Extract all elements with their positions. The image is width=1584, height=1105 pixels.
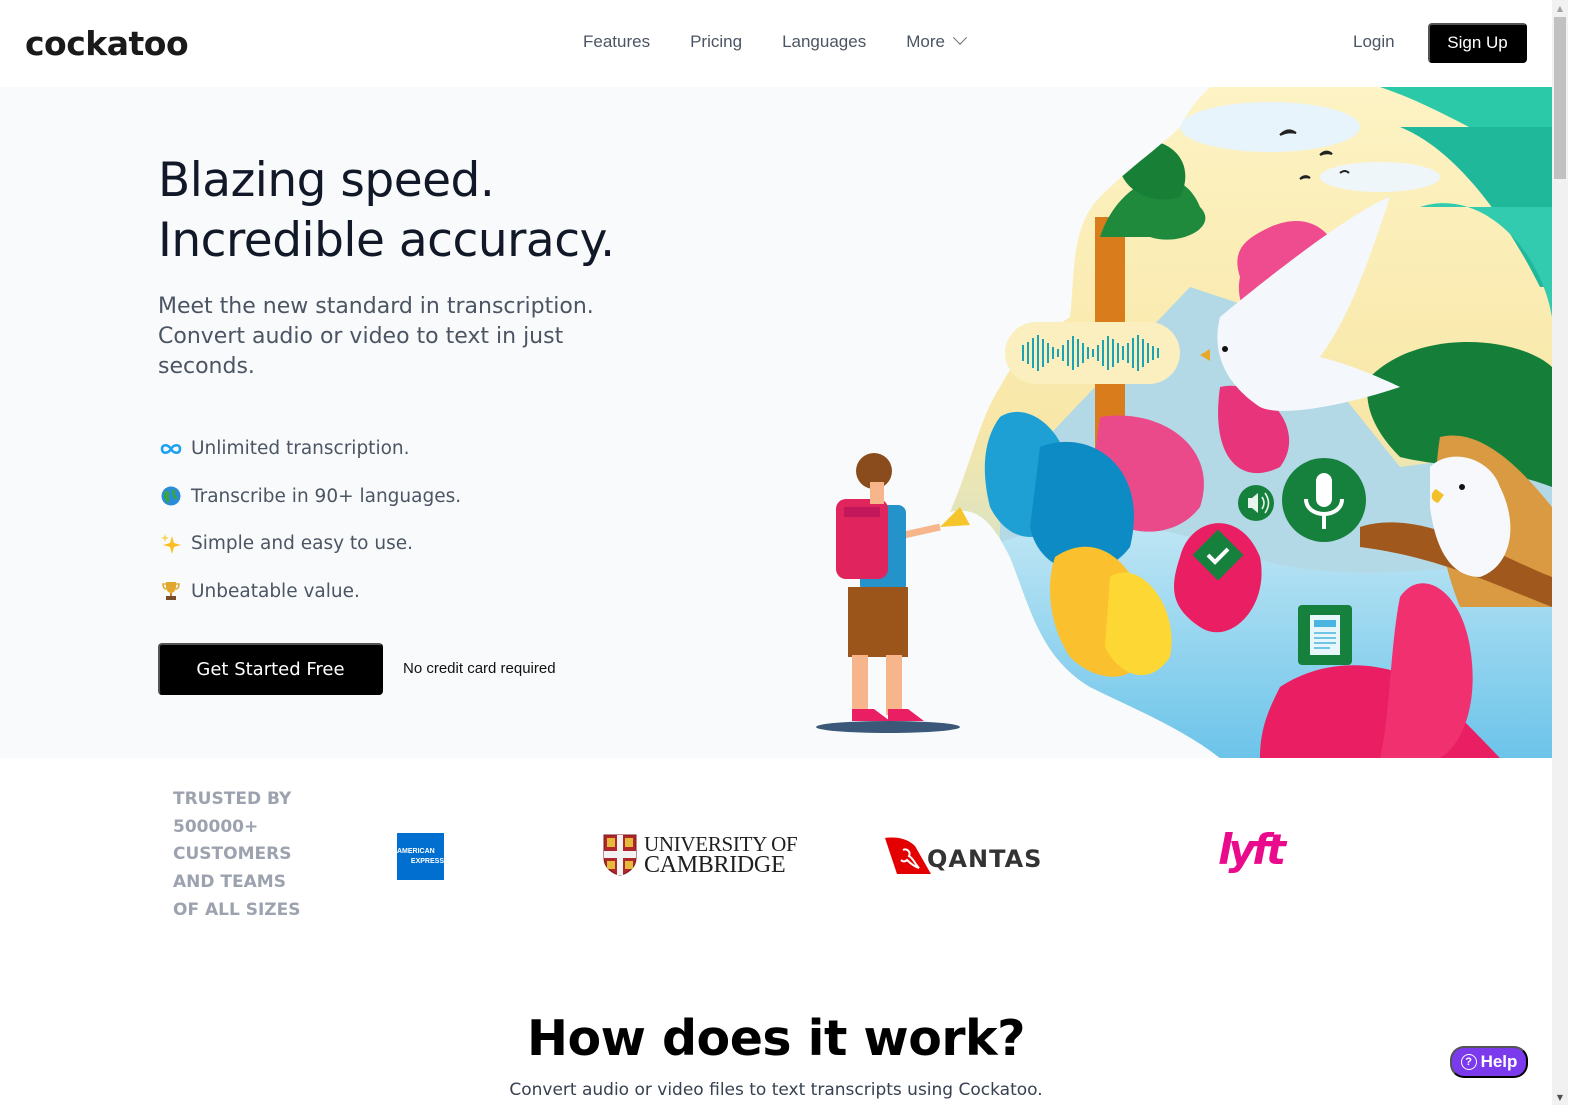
amex-line-1: AMERICAN xyxy=(397,847,435,855)
cambridge-wordmark: UNIVERSITY OF CAMBRIDGE xyxy=(644,834,798,878)
lyft-logo: lyft xyxy=(1218,825,1286,874)
nav-features[interactable]: Features xyxy=(583,32,650,52)
help-label: Help xyxy=(1480,1052,1518,1071)
feature-item: Unbeatable value. xyxy=(160,568,461,616)
qantas-logo: QANTAS xyxy=(885,836,1042,874)
nav-more[interactable]: More xyxy=(906,30,968,52)
hero-title: Blazing speed. Incredible accuracy. xyxy=(158,151,615,271)
american-express-logo: AMERICAN EXPRESS xyxy=(397,833,444,880)
scroll-down-arrow-icon[interactable]: ▼ xyxy=(1552,1089,1568,1105)
feature-item: Simple and easy to use. xyxy=(160,520,461,568)
site-header: cockatoo Features Pricing Languages More… xyxy=(0,0,1568,87)
feature-label: Simple and easy to use. xyxy=(191,533,413,555)
trusted-line: AND TEAMS xyxy=(173,872,286,893)
waveform-bubble xyxy=(1005,322,1180,384)
speaker-icon xyxy=(1238,485,1274,521)
cambridge-shield-icon xyxy=(603,834,637,876)
sign-up-button[interactable]: Sign Up xyxy=(1428,23,1527,63)
page: cockatoo Features Pricing Languages More… xyxy=(0,0,1568,1105)
trusted-line: CUSTOMERS xyxy=(173,844,292,865)
sparkles-icon xyxy=(160,533,182,555)
feature-item: Unlimited transcription. xyxy=(160,425,461,473)
feature-label: Unlimited transcription. xyxy=(191,438,410,460)
feature-item: Transcribe in 90+ languages. xyxy=(160,473,461,521)
globe-icon xyxy=(160,485,182,507)
scrollbar-thumb[interactable] xyxy=(1554,17,1566,179)
jungle-scene xyxy=(950,87,1552,758)
document-icon xyxy=(1298,605,1352,665)
trusted-line: 500000+ xyxy=(173,816,259,837)
nav-pricing[interactable]: Pricing xyxy=(690,32,742,52)
get-started-button[interactable]: Get Started Free xyxy=(158,643,383,695)
trusted-line: TRUSTED BY xyxy=(173,789,292,809)
chevron-down-icon xyxy=(952,30,968,45)
person-with-flashlight xyxy=(816,453,970,733)
trusted-line: OF ALL SIZES xyxy=(173,899,301,920)
amex-line-2: EXPRESS xyxy=(410,857,444,865)
main-nav: Features Pricing Languages More xyxy=(583,30,1005,52)
hero-section: Blazing speed. Incredible accuracy. Meet… xyxy=(0,87,1552,758)
hero-title-line-1: Blazing speed. xyxy=(158,153,495,208)
login-link[interactable]: Login xyxy=(1353,32,1395,52)
feature-list: Unlimited transcription. Transcribe in 9… xyxy=(160,425,461,615)
how-it-works-title: How does it work? xyxy=(526,1010,1026,1067)
cambridge-line-2: CAMBRIDGE xyxy=(644,852,786,878)
hero-subtitle: Meet the new standard in transcription. … xyxy=(158,294,594,379)
trusted-by-label: TRUSTED BY 500000+ CUSTOMERS AND TEAMS O… xyxy=(173,786,313,925)
help-button[interactable]: ? Help xyxy=(1450,1046,1528,1078)
hero-illustration xyxy=(816,87,1552,758)
feature-label: Transcribe in 90+ languages. xyxy=(191,485,462,507)
qantas-wordmark: QANTAS xyxy=(927,845,1043,873)
feature-label: Unbeatable value. xyxy=(191,580,360,602)
qantas-kangaroo-icon xyxy=(885,837,931,874)
trophy-icon xyxy=(160,580,182,602)
no-credit-card-note: No credit card required xyxy=(403,660,556,677)
question-circle-icon: ? xyxy=(1460,1054,1477,1070)
cockatoo-logo[interactable]: cockatoo xyxy=(25,24,189,63)
hero-title-line-2: Incredible accuracy. xyxy=(158,213,615,268)
nav-languages[interactable]: Languages xyxy=(782,32,866,52)
scroll-up-arrow-icon[interactable]: ▲ xyxy=(1552,0,1568,16)
vertical-scrollbar[interactable]: ▲ ▼ xyxy=(1552,0,1568,1105)
how-it-works-subtitle: Convert audio or video files to text tra… xyxy=(509,1080,1043,1100)
infinity-icon xyxy=(160,438,182,460)
microphone-icon xyxy=(1282,458,1366,542)
cambridge-logo: UNIVERSITY OF CAMBRIDGE xyxy=(603,834,798,878)
nav-more-label: More xyxy=(906,32,945,51)
